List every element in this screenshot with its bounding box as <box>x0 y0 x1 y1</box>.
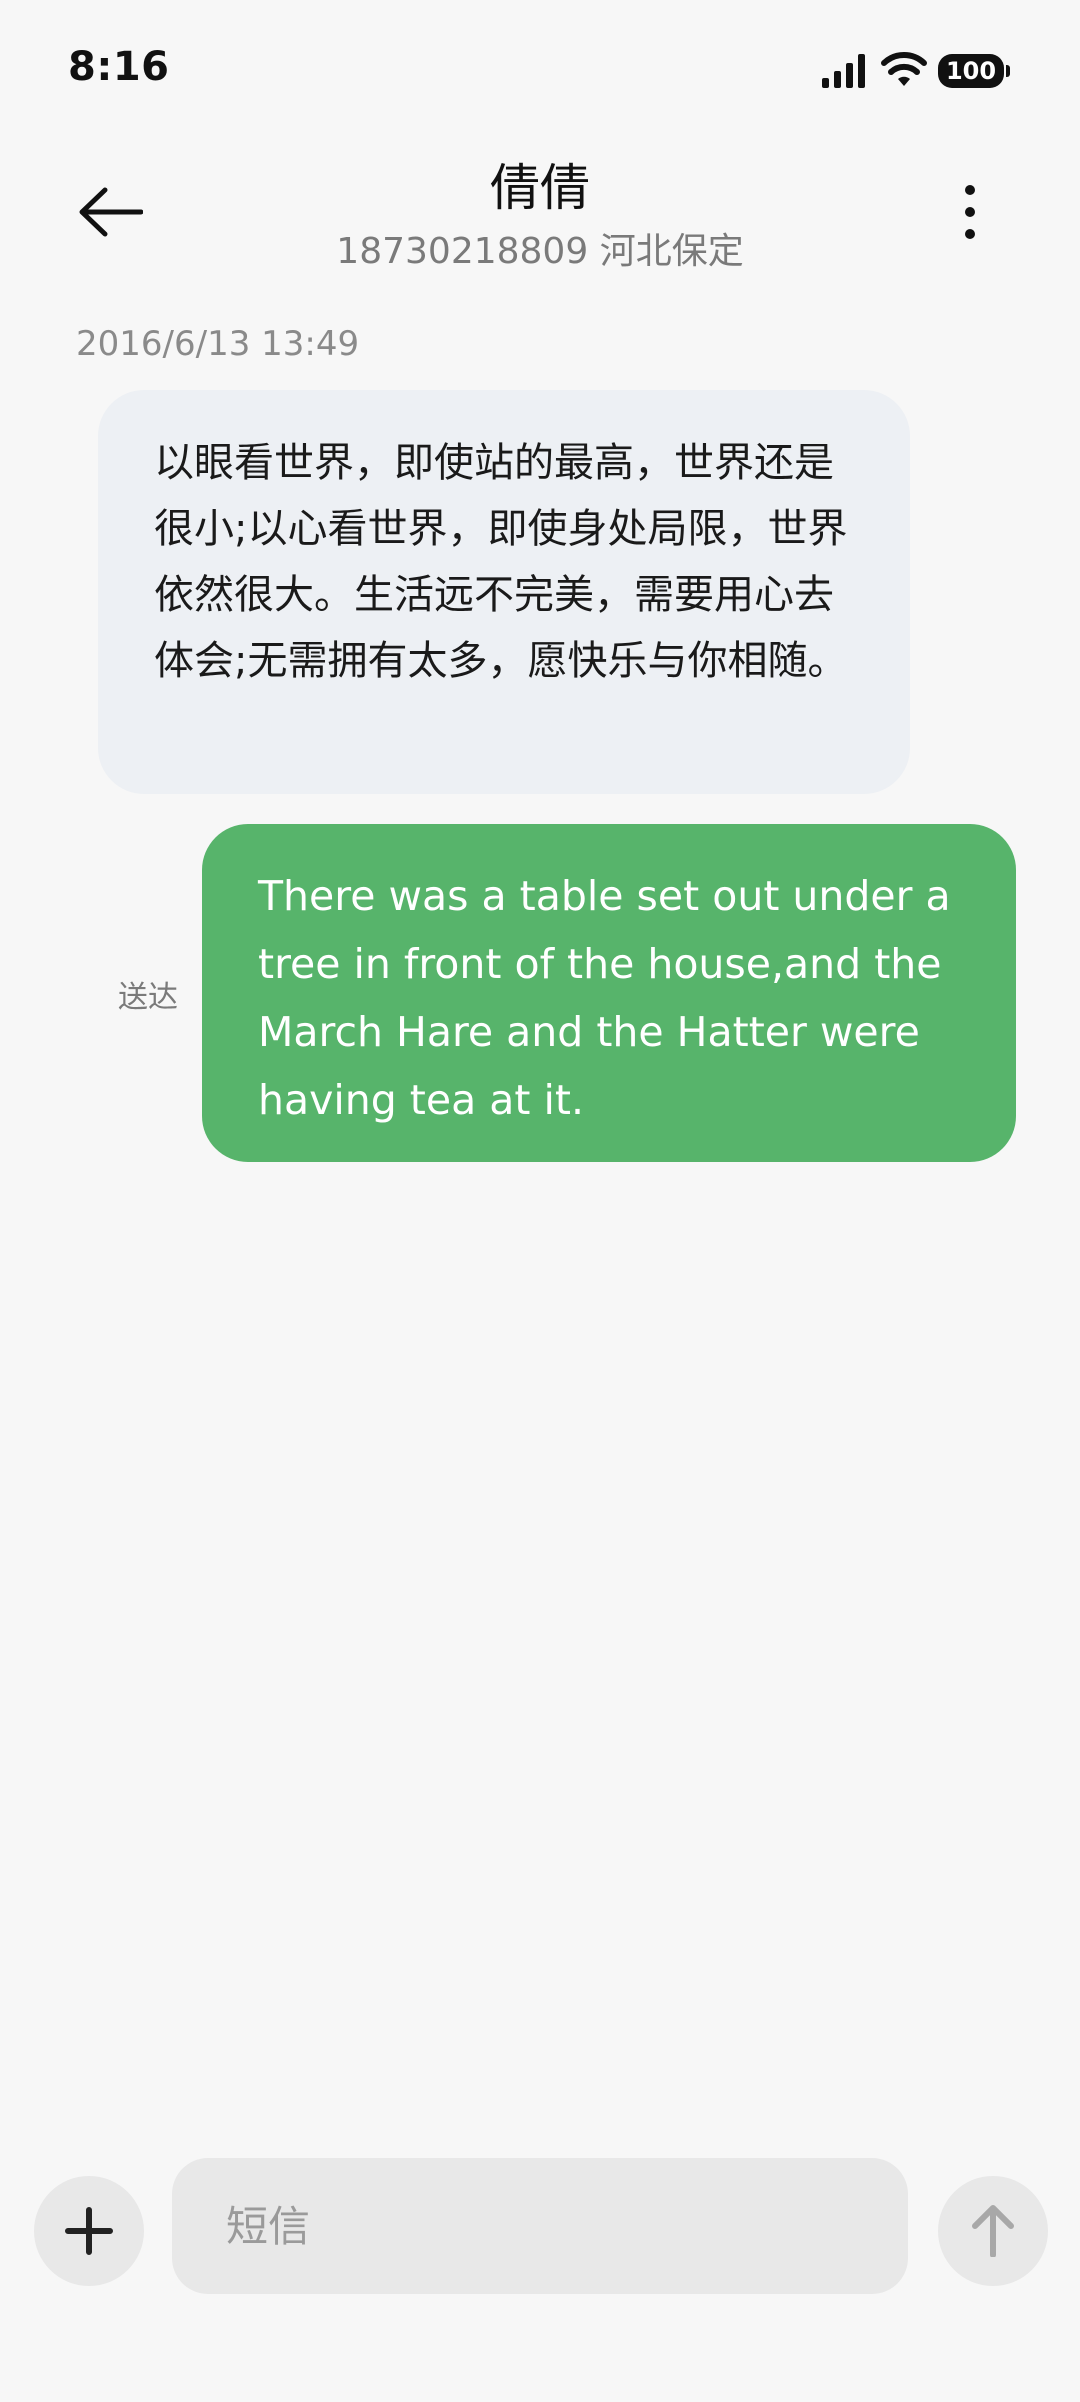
more-vertical-icon <box>965 185 975 239</box>
wifi-icon <box>881 52 927 86</box>
add-attachment-button[interactable] <box>34 2176 144 2286</box>
battery-icon: 100 <box>938 54 1010 88</box>
battery-level: 100 <box>945 57 997 85</box>
send-arrow-icon <box>972 2205 1014 2257</box>
incoming-message-bubble[interactable]: 以眼看世界，即使站的最高，世界还是很小;以心看世界，即使身处局限，世界依然很大。… <box>98 390 910 794</box>
contact-name: 倩倩 <box>490 159 590 217</box>
send-button[interactable] <box>938 2176 1048 2286</box>
delivery-status: 送达 <box>118 980 178 1015</box>
contact-subtitle: 18730218809 河北保定 <box>336 231 744 272</box>
message-timestamp: 2016/6/13 13:49 <box>76 324 360 364</box>
more-options-button[interactable] <box>940 172 1000 252</box>
conversation-screen: 8:16 100 倩倩 18730218809 河北保定 2016/6/13 1… <box>0 0 1080 2402</box>
plus-icon <box>65 2207 113 2255</box>
status-bar: 8:16 100 <box>0 0 1080 140</box>
outgoing-message-bubble[interactable]: There was a table set out under a tree i… <box>202 824 1016 1162</box>
status-time: 8:16 <box>68 44 170 90</box>
signal-icon <box>822 54 865 88</box>
sms-input[interactable] <box>172 2158 908 2294</box>
